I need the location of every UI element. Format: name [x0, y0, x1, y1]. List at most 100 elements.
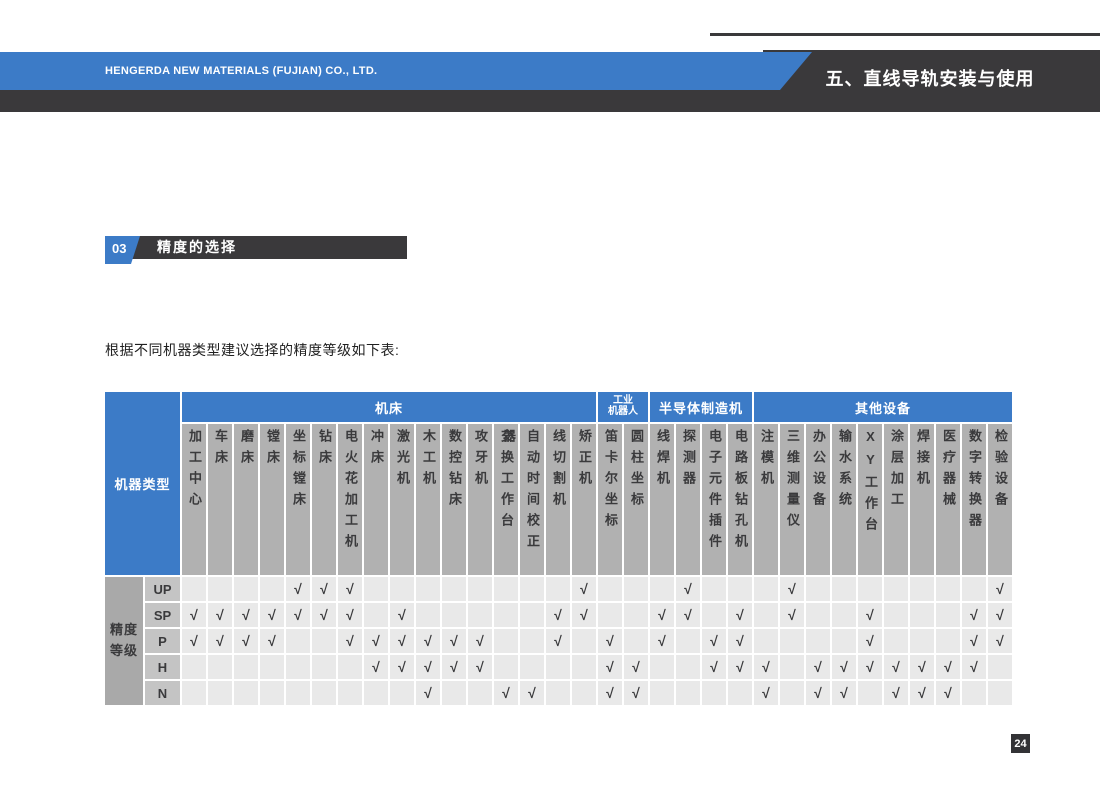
check-cell	[936, 603, 960, 627]
check-cell: √	[494, 681, 518, 705]
check-cell	[650, 681, 674, 705]
check-cell: √	[338, 603, 362, 627]
check-cell	[884, 603, 908, 627]
check-cell	[936, 577, 960, 601]
check-cell	[702, 577, 726, 601]
table-column-header: 圆柱坐标	[624, 424, 648, 575]
check-cell	[182, 577, 206, 601]
check-cell	[260, 655, 284, 679]
check-cell: √	[286, 577, 310, 601]
check-cell	[312, 655, 336, 679]
check-cell: √	[598, 681, 622, 705]
table-column-header: 镗床	[260, 424, 284, 575]
check-cell: √	[702, 655, 726, 679]
table-column-header: 医疗器械	[936, 424, 960, 575]
check-cell: √	[416, 681, 440, 705]
check-cell	[754, 629, 778, 653]
check-cell	[754, 577, 778, 601]
check-cell	[494, 655, 518, 679]
check-cell: √	[312, 603, 336, 627]
check-cell	[676, 681, 700, 705]
check-cell	[780, 655, 804, 679]
check-cell: √	[884, 655, 908, 679]
check-cell	[676, 629, 700, 653]
chapter-title: 五、直线导轨安装与使用	[780, 69, 1080, 89]
table-grade-label: UP	[145, 577, 180, 601]
table-column-header: 焊接机	[910, 424, 934, 575]
check-cell	[286, 655, 310, 679]
check-cell	[416, 577, 440, 601]
page-number: 24	[1014, 738, 1026, 750]
check-cell: √	[572, 577, 596, 601]
table-column-header: 木工机	[416, 424, 440, 575]
check-cell	[364, 603, 388, 627]
header-banner: HENGERDA NEW MATERIALS (FUJIAN) CO., LTD…	[0, 52, 812, 90]
check-cell: √	[988, 577, 1012, 601]
table-side-label-precision-grade: 精度等级	[105, 577, 143, 705]
table-column-header: 线切割机	[546, 424, 570, 575]
check-cell	[624, 629, 648, 653]
table-column-header: 输水系统	[832, 424, 856, 575]
check-cell	[728, 681, 752, 705]
check-cell	[676, 655, 700, 679]
check-cell: √	[624, 681, 648, 705]
check-cell: √	[962, 629, 986, 653]
table-column-header: XY工作台	[858, 424, 882, 575]
check-cell: √	[936, 681, 960, 705]
check-cell: √	[260, 629, 284, 653]
check-cell: √	[234, 629, 258, 653]
check-cell: √	[728, 603, 752, 627]
check-cell: √	[390, 629, 414, 653]
check-cell	[260, 577, 284, 601]
section-title: 精度的选择	[157, 236, 237, 259]
check-cell	[754, 603, 778, 627]
table-column-header: 矫正机	[572, 424, 596, 575]
check-cell: √	[234, 603, 258, 627]
check-cell	[182, 655, 206, 679]
check-cell	[780, 629, 804, 653]
check-cell	[520, 577, 544, 601]
table-column-header: 电子元件插件	[702, 424, 726, 575]
section-header-bar: 精度的选择	[105, 236, 407, 259]
company-name: HENGERDA NEW MATERIALS (FUJIAN) CO., LTD…	[105, 52, 377, 90]
check-cell	[832, 603, 856, 627]
check-cell	[702, 681, 726, 705]
table-column-header: 电火花加工机	[338, 424, 362, 575]
check-cell	[234, 681, 258, 705]
check-cell: √	[988, 603, 1012, 627]
check-cell	[442, 603, 466, 627]
check-cell: √	[650, 603, 674, 627]
check-cell: √	[988, 629, 1012, 653]
page-number-badge: 24	[1011, 734, 1030, 753]
check-cell	[182, 681, 206, 705]
check-cell	[520, 655, 544, 679]
check-cell: √	[858, 629, 882, 653]
check-cell: √	[208, 603, 232, 627]
check-cell	[312, 629, 336, 653]
check-cell: √	[728, 655, 752, 679]
check-cell: √	[858, 655, 882, 679]
check-cell	[338, 681, 362, 705]
table-corner-machine-type: 机器类型	[105, 392, 180, 575]
check-cell	[598, 603, 622, 627]
check-cell: √	[312, 577, 336, 601]
check-cell: √	[884, 681, 908, 705]
check-cell	[936, 629, 960, 653]
check-cell: √	[806, 655, 830, 679]
check-cell: √	[962, 603, 986, 627]
check-cell: √	[442, 629, 466, 653]
check-cell	[208, 655, 232, 679]
check-cell: √	[390, 655, 414, 679]
check-cell: √	[754, 655, 778, 679]
check-cell: √	[702, 629, 726, 653]
table-column-header: 三维测量仪	[780, 424, 804, 575]
check-cell	[494, 603, 518, 627]
check-cell: √	[598, 629, 622, 653]
check-cell: √	[338, 629, 362, 653]
check-cell	[910, 629, 934, 653]
check-cell	[468, 681, 492, 705]
table-column-header: 注模机	[754, 424, 778, 575]
check-cell	[364, 577, 388, 601]
check-cell	[780, 681, 804, 705]
check-cell: √	[780, 603, 804, 627]
